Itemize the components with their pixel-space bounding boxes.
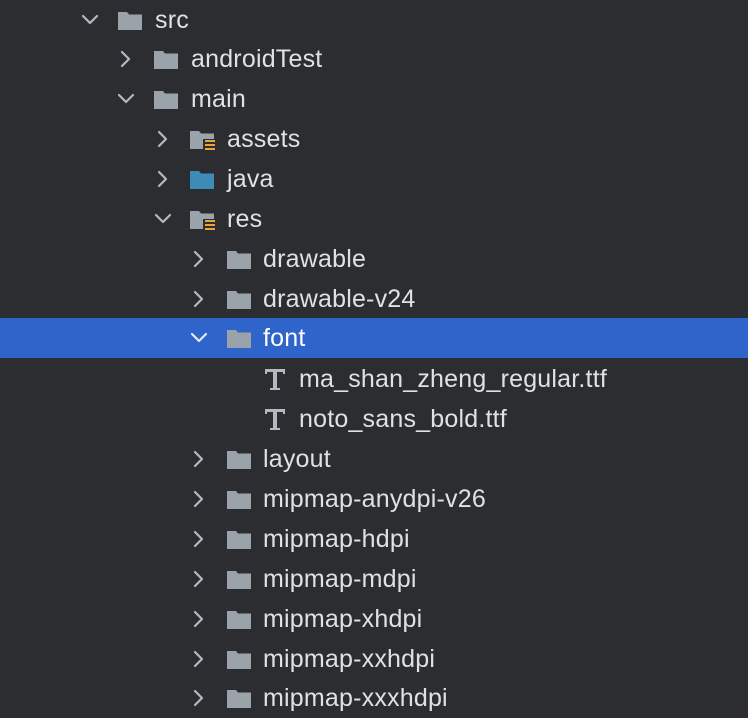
tree-node-label: androidTest <box>191 45 323 73</box>
chevron-right-icon[interactable] <box>189 688 209 708</box>
chevron-right-icon[interactable] <box>189 449 209 469</box>
tree-node-drawable[interactable]: drawable <box>0 239 748 279</box>
tree-node-layout[interactable]: layout <box>0 439 748 479</box>
project-tree: src androidTest main assets java res dra… <box>0 0 748 718</box>
chevron-right-icon[interactable] <box>189 489 209 509</box>
chevron-right-icon[interactable] <box>153 169 173 189</box>
tree-node-assets[interactable]: assets <box>0 119 748 159</box>
chevron-right-icon[interactable] <box>189 249 209 269</box>
tree-node-mipmap-xhdpi[interactable]: mipmap-xhdpi <box>0 599 748 639</box>
tree-node-label: layout <box>263 445 331 473</box>
chevron-right-icon[interactable] <box>153 129 173 149</box>
folder-icon <box>227 330 251 348</box>
folder-icon <box>227 651 251 669</box>
folder-icon <box>227 571 251 589</box>
tree-node-mipmap-hdpi[interactable]: mipmap-hdpi <box>0 519 748 559</box>
tree-node-label: mipmap-anydpi-v26 <box>263 485 486 513</box>
tree-node-drawable-v24[interactable]: drawable-v24 <box>0 279 748 319</box>
chevron-down-icon[interactable] <box>189 328 209 348</box>
folder-icon <box>154 91 178 109</box>
tree-node-font[interactable]: font <box>0 318 748 358</box>
folder-icon <box>118 12 142 30</box>
tree-node-label: mipmap-xxxhdpi <box>263 684 448 712</box>
tree-node-label: mipmap-hdpi <box>263 525 410 553</box>
folder-icon <box>227 690 251 708</box>
tree-node-label: ma_shan_zheng_regular.ttf <box>299 365 607 393</box>
chevron-down-icon[interactable] <box>116 89 136 109</box>
folder-icon <box>227 291 251 309</box>
chevron-down-icon[interactable] <box>80 10 100 30</box>
tree-node-res[interactable]: res <box>0 199 748 239</box>
tree-node-label: mipmap-xhdpi <box>263 605 423 633</box>
source-folder-icon <box>190 171 214 189</box>
tree-node-label: src <box>155 6 189 34</box>
folder-icon <box>227 451 251 469</box>
tree-node-mipmap-xxhdpi[interactable]: mipmap-xxhdpi <box>0 639 748 679</box>
tree-node-label: res <box>227 205 263 233</box>
folder-icon <box>227 251 251 269</box>
chevron-right-icon[interactable] <box>189 289 209 309</box>
chevron-right-icon[interactable] <box>116 49 136 69</box>
tree-node-label: drawable <box>263 245 367 273</box>
tree-node-androidtest[interactable]: androidTest <box>0 39 748 79</box>
resource-folder-icon <box>190 131 215 151</box>
folder-icon <box>227 531 251 549</box>
resource-folder-icon <box>190 211 215 231</box>
tree-node-mipmap-mdpi[interactable]: mipmap-mdpi <box>0 559 748 599</box>
tree-node-mipmap-anydpi-v26[interactable]: mipmap-anydpi-v26 <box>0 479 748 519</box>
folder-icon <box>227 491 251 509</box>
chevron-right-icon[interactable] <box>189 529 209 549</box>
tree-node-src[interactable]: src <box>0 0 748 40</box>
tree-node-label: font <box>263 324 306 352</box>
tree-node-label: java <box>227 165 274 193</box>
chevron-right-icon[interactable] <box>189 649 209 669</box>
folder-icon <box>227 611 251 629</box>
tree-node-file-noto-sans-bold[interactable]: noto_sans_bold.ttf <box>0 399 748 439</box>
tree-node-file-ma-shan-zheng-regular[interactable]: ma_shan_zheng_regular.ttf <box>0 359 748 399</box>
tree-node-label: mipmap-mdpi <box>263 565 417 593</box>
tree-node-label: mipmap-xxhdpi <box>263 645 436 673</box>
tree-node-mipmap-xxxhdpi[interactable]: mipmap-xxxhdpi <box>0 678 748 718</box>
tree-node-label: assets <box>227 125 301 153</box>
chevron-right-icon[interactable] <box>189 569 209 589</box>
tree-node-label: drawable-v24 <box>263 285 416 313</box>
tree-node-java[interactable]: java <box>0 159 748 199</box>
tree-node-main[interactable]: main <box>0 79 748 119</box>
font-file-icon <box>265 409 285 430</box>
chevron-down-icon[interactable] <box>153 209 173 229</box>
tree-node-label: main <box>191 85 246 113</box>
font-file-icon <box>265 369 285 390</box>
tree-node-label: noto_sans_bold.ttf <box>299 405 507 433</box>
chevron-right-icon[interactable] <box>189 609 209 629</box>
folder-icon <box>154 51 178 69</box>
